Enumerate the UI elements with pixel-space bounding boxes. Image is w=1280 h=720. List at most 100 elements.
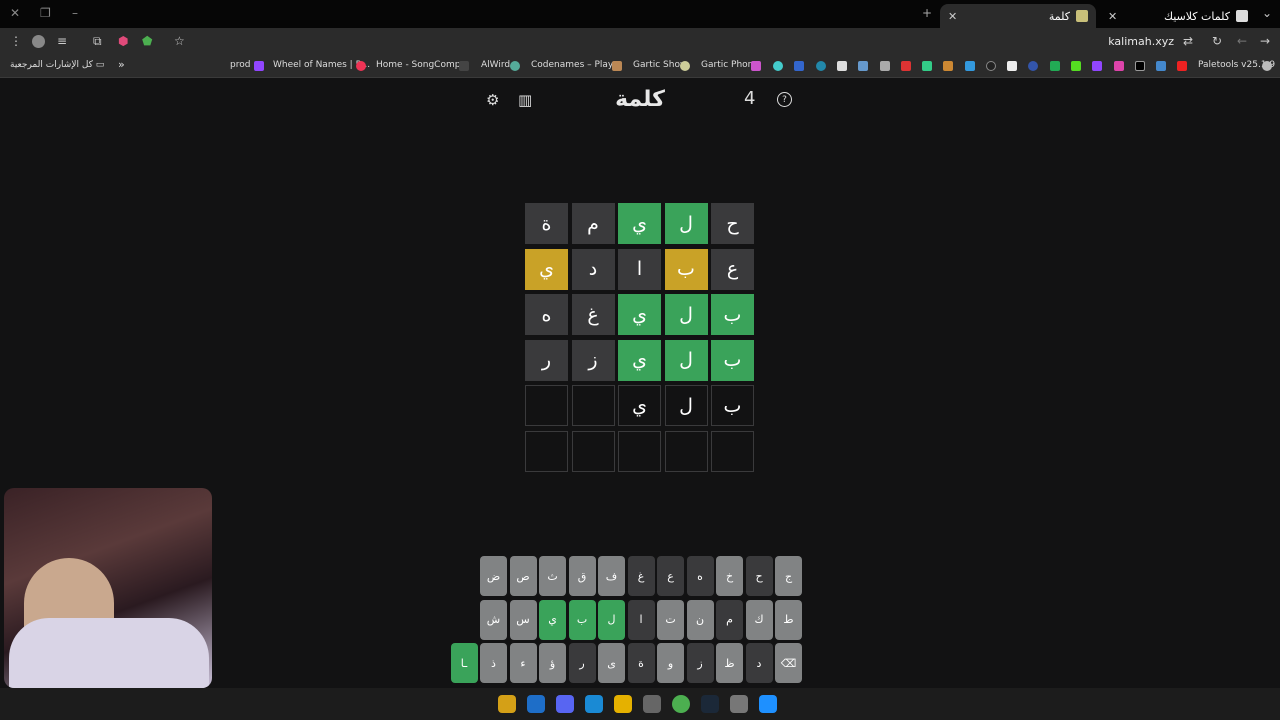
help-icon[interactable]: ?	[777, 92, 792, 107]
bookmark-icon-10[interactable]	[965, 61, 975, 71]
keyboard-key[interactable]: ز	[686, 643, 714, 683]
steam-icon[interactable]	[701, 695, 719, 713]
profile-avatar[interactable]	[32, 35, 45, 48]
enter-key[interactable]: ـا	[450, 643, 478, 683]
adblock-icon[interactable]: ⬟	[142, 34, 152, 48]
bookmark-icon-9[interactable]	[943, 61, 953, 71]
menu-icon[interactable]: ⋮	[10, 34, 22, 48]
bookmark-icon-3[interactable]	[816, 61, 826, 71]
keyboard-key[interactable]: ث	[539, 556, 566, 596]
bookmark-songcomp[interactable]: Home - SongComp...	[376, 60, 469, 70]
keyboard-key[interactable]: ق	[568, 556, 596, 596]
keyboard-key[interactable]: ش	[480, 599, 507, 640]
bookmark-alwird[interactable]: AlWird	[481, 60, 510, 70]
keyboard-key[interactable]: ك	[745, 599, 773, 640]
battlenet-icon[interactable]	[527, 695, 545, 713]
translate-icon[interactable]	[1156, 61, 1166, 71]
keyboard-key[interactable]: ج	[775, 556, 802, 596]
bookmark-icon-2[interactable]	[794, 61, 804, 71]
x-icon[interactable]	[1135, 61, 1145, 71]
bookmark-icon-4[interactable]	[837, 61, 847, 71]
tab-title: كلمات كلاسيك	[1163, 9, 1230, 23]
keyboard-key[interactable]: ى	[598, 643, 625, 683]
instagram-icon[interactable]	[1114, 61, 1124, 71]
edge-icon[interactable]	[585, 695, 603, 713]
bookmark-codenames[interactable]: Codenames – Play...	[531, 60, 621, 70]
reading-list-icon[interactable]: ≡	[57, 34, 67, 48]
gear-icon[interactable]: ⚙	[486, 91, 499, 109]
tab-kalimat-classic[interactable]: ✕ كلمات كلاسيك	[1100, 4, 1256, 28]
forward-icon[interactable]: ←	[1237, 34, 1247, 48]
settings-icon[interactable]	[730, 695, 748, 713]
close-tab-icon[interactable]: ✕	[1108, 10, 1117, 23]
page-favicon-icon	[1236, 10, 1248, 22]
keyboard-key[interactable]: ت	[657, 599, 684, 640]
keyboard-key[interactable]: م	[716, 599, 743, 640]
bookmark-icon-1[interactable]	[773, 61, 783, 71]
keyboard-key[interactable]: ه	[686, 556, 714, 596]
bookmarks-overflow[interactable]: »	[118, 58, 125, 71]
minimize-window-icon[interactable]: –	[72, 6, 78, 20]
bookmark-icon-7[interactable]	[901, 61, 911, 71]
keyboard-key[interactable]: ء	[509, 643, 537, 683]
grid-tile: ي	[618, 203, 661, 244]
keyboard-key[interactable]: ؤ	[539, 643, 566, 683]
bookmark-prod[interactable]: prod	[230, 60, 250, 70]
keyboard-key[interactable]: ع	[657, 556, 684, 596]
chrome-icon[interactable]	[672, 695, 690, 713]
keyboard-key[interactable]: ن	[686, 599, 714, 640]
bookmark-icon-5[interactable]	[858, 61, 868, 71]
extensions-icon[interactable]: ⧉	[93, 34, 102, 49]
bookmarks-bar: كل الإشارات المرجعية ▭ » prod Wheel of N…	[0, 56, 1280, 78]
tab-title: كلمة	[1048, 9, 1070, 23]
close-window-icon[interactable]: ✕	[10, 6, 20, 20]
keyboard-key[interactable]: ط	[775, 599, 802, 640]
bookmark-icon-14[interactable]	[1050, 61, 1060, 71]
bookmark-icon-6[interactable]	[880, 61, 890, 71]
obs-icon[interactable]	[643, 695, 661, 713]
tab-search-icon[interactable]: ⌄	[1262, 6, 1272, 20]
keyboard-key[interactable]: ص	[509, 556, 537, 596]
restore-window-icon[interactable]: ❐	[40, 6, 51, 20]
bookmark-icon-12[interactable]	[1007, 61, 1017, 71]
tab-kalimah[interactable]: ✕ كلمة	[940, 4, 1096, 28]
youtube-icon[interactable]	[1177, 61, 1187, 71]
stats-icon[interactable]: ▥	[518, 91, 532, 109]
keyboard-key[interactable]: و	[657, 643, 684, 683]
explorer-icon[interactable]	[614, 695, 632, 713]
keyboard-key[interactable]: ة	[627, 643, 655, 683]
keyboard-key[interactable]: ذ	[480, 643, 507, 683]
rockstar-icon[interactable]	[498, 695, 516, 713]
keyboard-key[interactable]: د	[745, 643, 773, 683]
keyboard-key[interactable]: ب	[568, 599, 596, 640]
keyboard-key[interactable]: ح	[745, 556, 773, 596]
keyboard-key[interactable]: ي	[539, 599, 566, 640]
extension-shield-icon[interactable]: ⬢	[118, 34, 128, 48]
keyboard-key[interactable]: س	[509, 599, 537, 640]
keyboard-key[interactable]: غ	[627, 556, 655, 596]
keyboard-key[interactable]: ر	[568, 643, 596, 683]
address-bar-url[interactable]: kalimah.xyz	[1108, 35, 1174, 48]
discord-icon[interactable]	[556, 695, 574, 713]
reload-icon[interactable]: ↻	[1212, 34, 1222, 48]
windows-icon[interactable]	[759, 695, 777, 713]
new-tab-icon[interactable]: +	[922, 6, 932, 20]
all-bookmarks-folder[interactable]: كل الإشارات المرجعية ▭	[10, 60, 104, 70]
grid-tile: ل	[664, 339, 708, 381]
keyboard-key[interactable]: خ	[716, 556, 743, 596]
back-icon[interactable]: →	[1260, 34, 1270, 48]
bookmark-star-icon[interactable]: ☆	[174, 34, 185, 48]
site-settings-icon[interactable]: ⇄	[1183, 34, 1193, 48]
kick-icon[interactable]	[1071, 61, 1081, 71]
keyboard-key[interactable]: ض	[480, 556, 507, 596]
keyboard-key[interactable]: ف	[598, 556, 625, 596]
bookmark-icon-8[interactable]	[922, 61, 932, 71]
bookmark-icon-13[interactable]	[1028, 61, 1038, 71]
keyboard-key[interactable]: ل	[598, 599, 625, 640]
close-tab-icon[interactable]: ✕	[948, 10, 957, 23]
backspace-key[interactable]: ⌫	[775, 643, 802, 683]
bookmark-icon-11[interactable]	[986, 61, 996, 71]
twitch-icon[interactable]	[1092, 61, 1102, 71]
keyboard-key[interactable]: ظ	[716, 643, 743, 683]
keyboard-key[interactable]: ا	[627, 599, 655, 640]
